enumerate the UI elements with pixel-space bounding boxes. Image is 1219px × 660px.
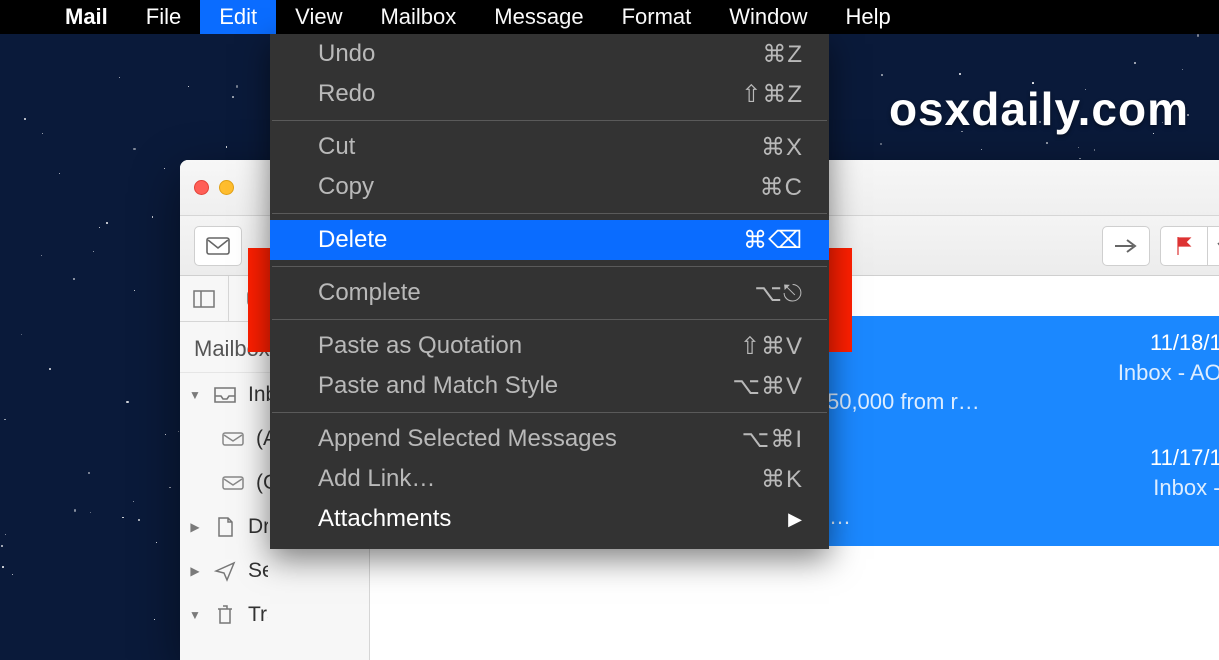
menu-item-shortcut: ⌘Z bbox=[762, 40, 803, 69]
menu-item-label: Copy bbox=[318, 173, 374, 201]
menu-view[interactable]: View bbox=[276, 0, 361, 34]
sidebar-layout-toggle[interactable] bbox=[180, 276, 228, 321]
message-date: 11/18/15 bbox=[1150, 328, 1219, 358]
disclosure-triangle-icon[interactable]: ▼ bbox=[188, 608, 202, 622]
message-location: Inbox - AOL bbox=[1118, 358, 1219, 388]
menu-help[interactable]: Help bbox=[827, 0, 910, 34]
sidebar-label: Trash bbox=[248, 603, 268, 627]
menu-item-paste-as-quotation: Paste as Quotation ⇧⌘V bbox=[270, 326, 829, 366]
menu-item-cut: Cut ⌘X bbox=[270, 127, 829, 167]
submenu-arrow-icon: ▶ bbox=[788, 509, 803, 530]
message-date: 11/17/15 bbox=[1150, 443, 1219, 473]
menu-separator bbox=[272, 213, 827, 214]
menu-item-shortcut: ⌘⌫ bbox=[743, 226, 803, 255]
inbox-icon bbox=[212, 386, 238, 404]
menu-item-shortcut: ⇧⌘V bbox=[740, 332, 803, 361]
menu-item-append-selected-messages: Append Selected Messages ⌥⌘I bbox=[270, 419, 829, 459]
menu-item-complete: Complete ⌥⎋ bbox=[270, 273, 829, 313]
mailbox-icon bbox=[220, 431, 246, 447]
menu-file[interactable]: File bbox=[127, 0, 200, 34]
minimize-window-button[interactable] bbox=[219, 180, 234, 195]
menu-item-attachments[interactable]: Attachments ▶ bbox=[270, 499, 829, 539]
menu-item-label: Paste and Match Style bbox=[318, 372, 558, 400]
menu-item-label: Cut bbox=[318, 133, 355, 161]
disclosure-triangle-icon[interactable]: ▶ bbox=[188, 564, 202, 578]
close-window-button[interactable] bbox=[194, 180, 209, 195]
menu-edit[interactable]: Edit bbox=[200, 0, 276, 34]
menu-item-shortcut: ⌥⎋ bbox=[754, 279, 803, 308]
menu-item-add-link: Add Link… ⌘K bbox=[270, 459, 829, 499]
menu-separator bbox=[272, 266, 827, 267]
menu-item-label: Complete bbox=[318, 279, 421, 307]
compose-button[interactable] bbox=[194, 226, 242, 266]
edit-menu-dropdown: Undo ⌘Z Redo ⇧⌘Z Cut ⌘X Copy ⌘C Delete ⌘⌫ Complete… bbox=[270, 34, 829, 549]
disclosure-triangle-icon[interactable]: ▶ bbox=[188, 520, 202, 534]
sidebar-label: Drafts bbox=[248, 515, 268, 539]
menu-item-shortcut: ⌘X bbox=[761, 133, 803, 162]
menu-format[interactable]: Format bbox=[603, 0, 711, 34]
trash-icon bbox=[212, 604, 238, 626]
menu-item-label: Append Selected Messages bbox=[318, 425, 617, 453]
watermark-text: osxdaily.com bbox=[889, 82, 1189, 136]
sidebar-item-trash[interactable]: ▼ Trash bbox=[180, 593, 369, 637]
menu-item-shortcut: ⌘C bbox=[760, 173, 803, 202]
menu-item-copy: Copy ⌘C bbox=[270, 167, 829, 207]
menu-separator bbox=[272, 412, 827, 413]
menu-item-delete[interactable]: Delete ⌘⌫ bbox=[270, 220, 829, 260]
sidebar-label: Sent bbox=[248, 559, 268, 583]
document-icon bbox=[212, 516, 238, 538]
flag-dropdown-button[interactable] bbox=[1208, 226, 1219, 266]
menu-item-label: Delete bbox=[318, 226, 387, 254]
paper-plane-icon bbox=[212, 560, 238, 582]
menu-item-shortcut: ⌥⌘V bbox=[732, 372, 803, 401]
menu-item-label: Add Link… bbox=[318, 465, 435, 493]
menu-separator bbox=[272, 120, 827, 121]
menu-item-label: Paste as Quotation bbox=[318, 332, 522, 360]
message-location: Inbox - ( bbox=[1153, 473, 1219, 503]
menu-item-redo: Redo ⇧⌘Z bbox=[270, 74, 829, 114]
menu-app[interactable]: Mail bbox=[46, 0, 127, 34]
menu-item-shortcut: ⌥⌘I bbox=[742, 425, 803, 454]
forward-button[interactable] bbox=[1102, 226, 1150, 266]
menu-item-paste-and-match-style: Paste and Match Style ⌥⌘V bbox=[270, 366, 829, 406]
menu-mailbox[interactable]: Mailbox bbox=[361, 0, 475, 34]
menu-item-undo: Undo ⌘Z bbox=[270, 34, 829, 74]
flag-button[interactable] bbox=[1160, 226, 1208, 266]
menu-separator bbox=[272, 319, 827, 320]
menu-window[interactable]: Window bbox=[710, 0, 826, 34]
menu-item-shortcut: ⌘K bbox=[761, 465, 803, 494]
menubar: Mail File Edit View Mailbox Message Form… bbox=[0, 0, 1219, 34]
menu-item-shortcut: ⇧⌘Z bbox=[741, 80, 803, 109]
mailbox-icon bbox=[220, 475, 246, 491]
sidebar-item-sent[interactable]: ▶ Sent bbox=[180, 549, 369, 593]
disclosure-triangle-icon[interactable]: ▼ bbox=[188, 388, 202, 402]
menu-item-label: Redo bbox=[318, 80, 375, 108]
menu-item-label: Undo bbox=[318, 40, 375, 68]
menu-message[interactable]: Message bbox=[475, 0, 602, 34]
menu-item-label: Attachments bbox=[318, 505, 451, 533]
